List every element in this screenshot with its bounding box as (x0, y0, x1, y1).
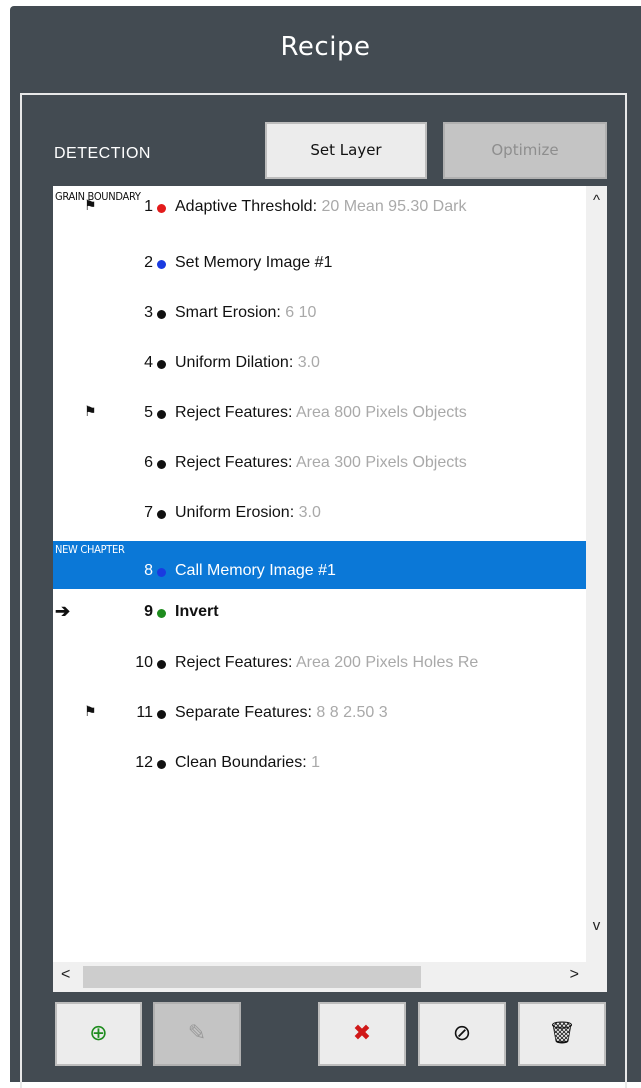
pencil-icon: ✎ (187, 1020, 207, 1045)
status-dot-icon (157, 760, 166, 769)
scroll-right-arrow-icon[interactable]: > (570, 966, 579, 984)
step-params: 3.0 (293, 354, 320, 371)
step-name: Invert (175, 603, 219, 620)
step-number: 5 (144, 404, 153, 421)
optimize-button: Optimize (443, 122, 607, 179)
step-text: Set Memory Image #1 (175, 254, 332, 272)
step-params: Area 800 Pixels Objects (292, 404, 467, 421)
recipe-step-row[interactable]: 3 Smart Erosion: 6 10 (53, 302, 586, 332)
scroll-down-arrow-icon[interactable]: v (586, 917, 607, 934)
panel-title: Recipe (280, 32, 371, 62)
step-text: Uniform Dilation: 3.0 (175, 354, 320, 372)
status-dot-icon (157, 510, 166, 519)
status-dot-icon (157, 660, 166, 669)
step-name: Set Memory Image #1 (175, 254, 333, 271)
disable-step-button[interactable]: ⊘ (418, 1002, 506, 1066)
scroll-up-arrow-icon[interactable]: ^ (586, 192, 607, 209)
step-name: Uniform Erosion: (175, 504, 295, 521)
step-text: Reject Features: Area 200 Pixels Holes R… (175, 654, 478, 672)
step-name: Separate Features: (175, 704, 312, 721)
recipe-step-row[interactable]: 7 Uniform Erosion: 3.0 (53, 502, 586, 532)
step-params: Area 200 Pixels Holes Re (292, 654, 479, 671)
step-name: Reject Features: (175, 404, 293, 421)
step-text: Separate Features: 8 8 2.50 3 (175, 704, 388, 722)
step-params: 1 (306, 754, 320, 771)
step-name: Clean Boundaries: (175, 754, 307, 771)
step-text: Call Memory Image #1 (175, 562, 336, 580)
step-number: 3 (144, 304, 153, 321)
flag-icon: ⚑ (84, 703, 97, 719)
recipe-step-row[interactable]: ⚑ 5 Reject Features: Area 800 Pixels Objec… (53, 402, 586, 432)
step-name: Call Memory Image #1 (175, 562, 336, 579)
recipe-step-row[interactable]: ⚑ 1 Adaptive Threshold: 20 Mean 95.30 Dark (53, 196, 586, 226)
step-number: 4 (144, 354, 153, 371)
step-text: Reject Features: Area 800 Pixels Objects (175, 404, 467, 422)
step-params: 8 8 2.50 3 (311, 704, 388, 721)
step-number: 12 (135, 754, 153, 771)
recipe-step-row[interactable]: 10 Reject Features: Area 200 Pixels Holes… (53, 652, 586, 682)
recipe-step-row[interactable]: 6 Reject Features: Area 300 Pixels Object… (53, 452, 586, 482)
step-text: Reject Features: Area 300 Pixels Objects (175, 454, 467, 472)
step-name: Uniform Dilation: (175, 354, 294, 371)
step-name: Smart Erosion: (175, 304, 281, 321)
recipe-step-row[interactable]: 2 Set Memory Image #1 (53, 252, 586, 282)
horizontal-scrollbar[interactable]: < > (53, 962, 607, 992)
status-dot-icon (157, 260, 166, 269)
vertical-scrollbar[interactable]: ^ v (586, 186, 607, 962)
step-number: 8 (144, 562, 153, 579)
add-step-button[interactable]: ⊕ (55, 1002, 142, 1066)
status-dot-icon (157, 609, 166, 618)
step-number: 11 (136, 704, 153, 721)
recipe-step-row[interactable]: 12 Clean Boundaries: 1 (53, 752, 586, 782)
step-text: Invert (175, 603, 219, 621)
step-number: 1 (144, 198, 153, 215)
delete-step-button[interactable]: ✖ (318, 1002, 406, 1066)
step-text: Clean Boundaries: 1 (175, 754, 320, 772)
trash-button[interactable]: 🗑 (518, 1002, 606, 1066)
status-dot-icon (157, 568, 166, 577)
recipe-step-row[interactable]: 4 Uniform Dilation: 3.0 (53, 352, 586, 382)
status-dot-icon (157, 360, 166, 369)
step-text: Smart Erosion: 6 10 (175, 304, 316, 322)
step-name: Reject Features: (175, 654, 293, 671)
set-layer-button[interactable]: Set Layer (265, 122, 427, 179)
chapter-label-new-chapter: NEW CHAPTER (55, 543, 125, 556)
step-number: 2 (144, 254, 153, 271)
step-number: 6 (144, 454, 153, 471)
status-dot-icon (157, 710, 166, 719)
step-text: Adaptive Threshold: 20 Mean 95.30 Dark (175, 198, 466, 216)
recipe-steps-list[interactable]: GRAIN BOUNDARY NEW CHAPTER ⚑ 1 Adaptive Th… (53, 186, 607, 992)
flag-icon: ⚑ (84, 403, 97, 419)
status-dot-icon (157, 310, 166, 319)
step-text: Uniform Erosion: 3.0 (175, 504, 321, 522)
step-name: Reject Features: (175, 454, 293, 471)
status-dot-icon (157, 410, 166, 419)
recipe-panel: Recipe DETECTION Set Layer Optimize GRAI… (10, 6, 641, 1088)
scroll-left-arrow-icon[interactable]: < (61, 966, 70, 984)
step-number: 7 (144, 504, 153, 521)
current-step-arrow-icon: ➔ (55, 601, 71, 621)
red-x-icon: ✖ (352, 1020, 372, 1045)
recipe-step-row[interactable]: 8 Call Memory Image #1 (53, 560, 586, 590)
recipe-step-row[interactable]: ➔ 9 Invert (53, 601, 586, 631)
status-dot-icon (157, 460, 166, 469)
step-number: 9 (144, 603, 153, 620)
step-params: Area 300 Pixels Objects (292, 454, 467, 471)
section-label-detection: DETECTION (54, 145, 151, 162)
step-number: 10 (135, 654, 153, 671)
flag-icon: ⚑ (84, 197, 97, 213)
step-params: 3.0 (294, 504, 321, 521)
step-name: Adaptive Threshold: (175, 198, 318, 215)
edit-step-button: ✎ (153, 1002, 241, 1066)
recipe-step-row[interactable]: ⚑ 11 Separate Features: 8 8 2.50 3 (53, 702, 586, 732)
crosshair-icon: ⊕ (89, 1020, 108, 1045)
trash-icon: 🗑 (548, 1020, 576, 1045)
step-params: 6 10 (280, 304, 317, 321)
step-params: 20 Mean 95.30 Dark (317, 198, 467, 215)
status-dot-icon (157, 204, 166, 213)
horizontal-scroll-thumb[interactable] (83, 966, 421, 988)
prohibited-icon: ⊘ (452, 1020, 472, 1045)
